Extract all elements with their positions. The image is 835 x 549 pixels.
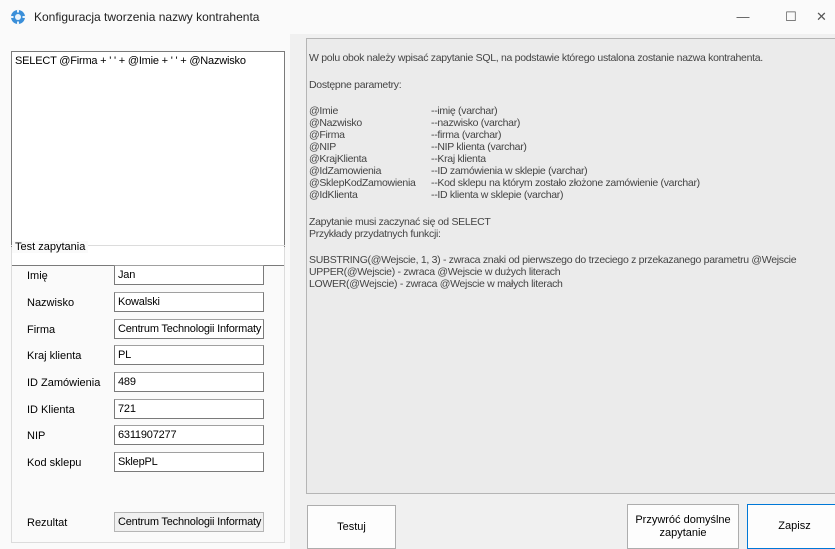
- param-name: @Nazwisko: [309, 117, 362, 129]
- minimize-button[interactable]: —: [720, 0, 766, 34]
- param-row: @Imie --imię (varchar): [309, 105, 498, 117]
- gear-app-icon: [10, 9, 26, 25]
- example-line: UPPER(@Wejscie) - zwraca @Wejscie w duży…: [309, 266, 561, 278]
- close-button[interactable]: ✕: [816, 0, 835, 34]
- param-row: @Nazwisko --nazwisko (varchar): [309, 117, 520, 129]
- company-input[interactable]: Centrum Technologii Informaty: [114, 319, 264, 339]
- last-name-input[interactable]: Kowalski: [114, 292, 264, 312]
- param-name: @KrajKlienta: [309, 153, 367, 165]
- first-name-input[interactable]: Jan: [114, 265, 264, 285]
- param-row: @KrajKlienta --Kraj klienta: [309, 153, 486, 165]
- window-title: Konfiguracja tworzenia nazwy kontrahenta: [34, 10, 260, 24]
- result-output: Centrum Technologii Informaty: [114, 512, 264, 532]
- param-name: @IdKlienta: [309, 189, 358, 201]
- nip-input[interactable]: 6311907277: [114, 425, 264, 445]
- order-id-label: ID Zamówienia: [27, 377, 101, 389]
- example-line: LOWER(@Wejscie) - zwraca @Wejscie w mały…: [309, 278, 563, 290]
- company-label: Firma: [27, 324, 56, 336]
- shop-code-input[interactable]: SklepPL: [114, 452, 264, 472]
- nip-label: NIP: [27, 430, 46, 442]
- must-start-note: Zapytanie musi zaczynać się od SELECT: [309, 216, 491, 228]
- save-button[interactable]: Zapisz: [747, 504, 835, 549]
- param-desc: --nazwisko (varchar): [431, 117, 521, 129]
- title-bar: Konfiguracja tworzenia nazwy kontrahenta…: [0, 0, 835, 34]
- client-id-input[interactable]: 721: [114, 399, 264, 419]
- last-name-label: Nazwisko: [27, 297, 75, 309]
- param-row: @SklepKodZamowienia --Kod sklepu na który…: [309, 177, 700, 189]
- param-name: @SklepKodZamowienia: [309, 177, 416, 189]
- param-desc: --NIP klienta (varchar): [431, 141, 527, 153]
- param-name: @IdZamowienia: [309, 165, 382, 177]
- param-desc: --ID zamówienia w sklepie (varchar): [431, 165, 588, 177]
- test-button[interactable]: Testuj: [307, 505, 396, 549]
- country-input[interactable]: PL: [114, 345, 264, 365]
- order-id-input[interactable]: 489: [114, 372, 264, 392]
- param-row: @Firma --firma (varchar): [309, 129, 501, 141]
- examples-header: Przykłady przydatnych funkcji:: [309, 228, 441, 240]
- result-label: Rezultat: [27, 517, 68, 529]
- param-name: @NIP: [309, 141, 336, 153]
- param-desc: --imię (varchar): [431, 105, 498, 117]
- help-text-panel: W polu obok należy wpisać zapytanie SQL,…: [306, 38, 835, 494]
- test-group-legend: Test zapytania: [12, 241, 89, 253]
- param-row: @IdKlienta --ID klienta w sklepie (varcha…: [309, 189, 563, 201]
- param-desc: --firma (varchar): [431, 129, 502, 141]
- params-header: Dostępne parametry:: [309, 79, 402, 91]
- left-panel: SELECT @Firma + ' ' + @Imie + ' ' + @Naz…: [0, 34, 290, 549]
- sql-query-text: SELECT @Firma + ' ' + @Imie + ' ' + @Naz…: [15, 55, 246, 67]
- param-desc: --Kraj klienta: [431, 153, 486, 165]
- first-name-label: Imię: [27, 270, 48, 282]
- param-row: @NIP --NIP klienta (varchar): [309, 141, 527, 153]
- example-line: SUBSTRING(@Wejscie, 1, 3) - zwraca znaki…: [309, 254, 797, 266]
- param-name: @Imie: [309, 105, 338, 117]
- shop-code-label: Kod sklepu: [27, 457, 82, 469]
- param-desc: --Kod sklepu na którym zostało złożone z…: [431, 177, 700, 189]
- restore-button-label-line1: Przywróć domyślne: [635, 513, 731, 526]
- param-desc: --ID klienta w sklepie (varchar): [431, 189, 564, 201]
- maximize-button[interactable]: ☐: [768, 0, 814, 34]
- param-row: @IdZamowienia --ID zamówienia w sklepie (…: [309, 165, 588, 177]
- restore-button-label-line2: zapytanie: [659, 526, 707, 539]
- param-name: @Firma: [309, 129, 345, 141]
- restore-default-query-button[interactable]: Przywróć domyślne zapytanie: [627, 504, 739, 549]
- country-label: Kraj klienta: [27, 350, 82, 362]
- client-id-label: ID Klienta: [27, 404, 75, 416]
- help-intro: W polu obok należy wpisać zapytanie SQL,…: [309, 52, 763, 64]
- sql-query-editor[interactable]: SELECT @Firma + ' ' + @Imie + ' ' + @Naz…: [11, 51, 285, 266]
